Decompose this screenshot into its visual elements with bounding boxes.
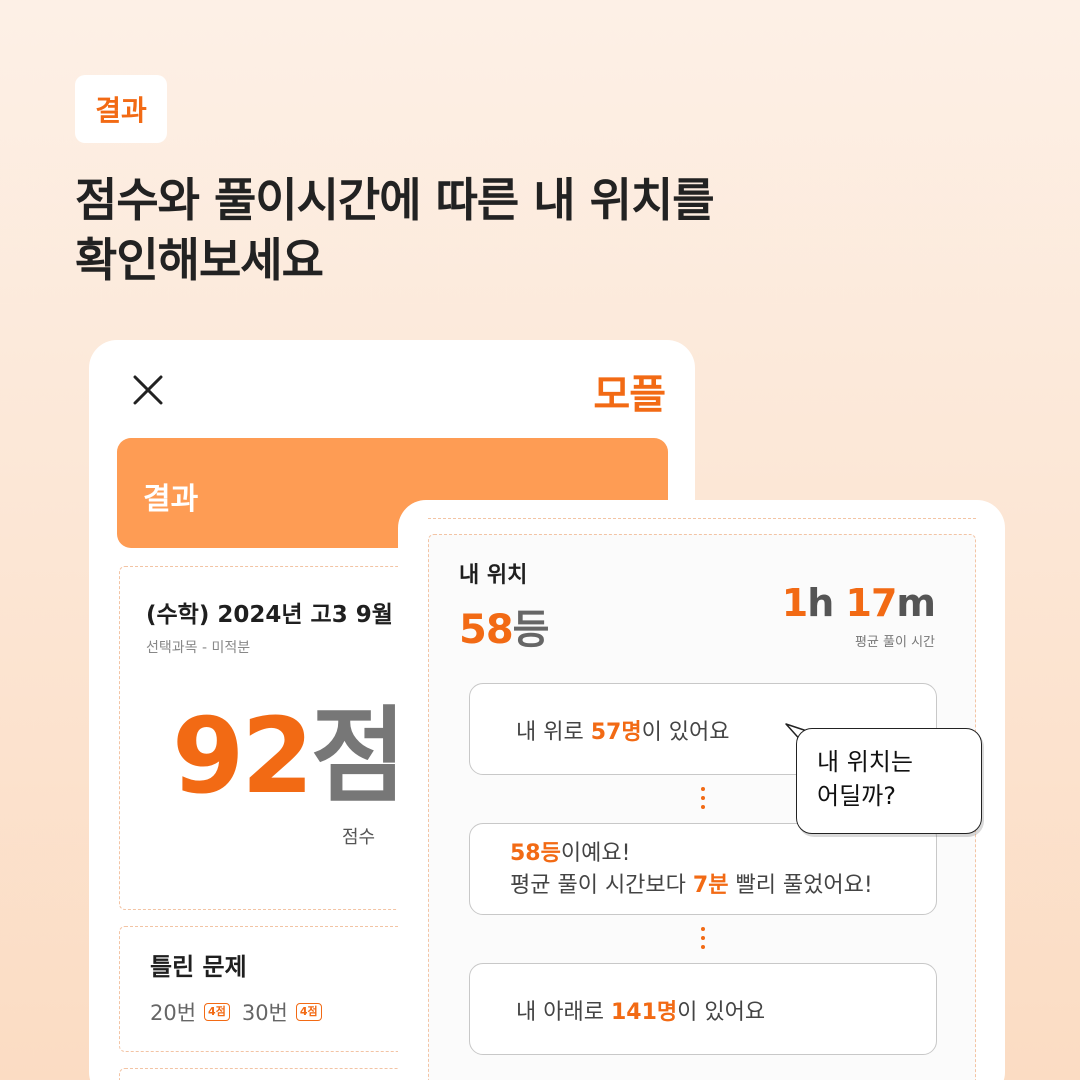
rank-unit: 등 <box>512 607 550 653</box>
exam-subject: 선택과목 - 미적분 <box>146 640 251 656</box>
hours-unit: h <box>807 581 834 625</box>
time-compare-prefix: 평균 풀이 시간보다 <box>510 873 693 898</box>
my-rank-value: 58등 <box>510 841 561 866</box>
headline: 점수와 풀이시간에 따른 내 위치를 확인해보세요 <box>75 170 715 290</box>
wrong-question-number: 30번 <box>241 1001 288 1025</box>
headline-line-1: 점수와 풀이시간에 따른 내 위치를 <box>75 173 715 227</box>
score-label: 점수 <box>342 827 376 848</box>
minutes-value: 17 <box>845 581 898 625</box>
ellipsis-icon <box>700 927 706 953</box>
minutes-unit: m <box>896 581 936 625</box>
my-rank-suffix: 이예요! <box>560 841 631 866</box>
rank-value: 58 <box>459 607 514 653</box>
result-header-label: 결과 <box>143 482 199 517</box>
students-below-text: 내 아래로 141명이 있어요 <box>516 994 765 1026</box>
wrong-questions-title: 틀린 문제 <box>150 953 247 981</box>
headline-line-2: 확인해보세요 <box>75 233 324 287</box>
divider <box>428 518 976 519</box>
close-icon[interactable] <box>131 373 165 407</box>
students-below-card: 내 아래로 141명이 있어요 <box>469 963 937 1055</box>
score-unit: 점 <box>310 695 407 817</box>
average-time-label: 평균 풀이 시간 <box>854 635 935 650</box>
time-compare-value: 7분 <box>692 873 729 898</box>
score-display: 92점 <box>172 701 406 811</box>
hours-value: 1 <box>781 581 808 625</box>
wrong-question-item[interactable]: 30번 4점 <box>242 997 322 1027</box>
average-time: 1h 17m <box>781 581 936 625</box>
students-below-count: 141명 <box>610 1000 678 1025</box>
speech-bubble-line-1: 내 위치는 <box>817 748 913 776</box>
students-above-text: 내 위로 57명이 있어요 <box>516 714 730 746</box>
points-badge: 4점 <box>204 1003 230 1021</box>
ellipsis-icon <box>700 787 706 813</box>
students-above-count: 57명 <box>590 720 642 745</box>
points-badge: 4점 <box>295 1003 322 1021</box>
speech-bubble-line-2: 어딜까? <box>817 782 896 810</box>
wrong-questions-list: 20번 4점 30번 4점 <box>150 997 322 1027</box>
wrong-question-number: 20번 <box>150 1001 197 1025</box>
students-below-prefix: 내 아래로 <box>516 1000 611 1025</box>
result-badge: 결과 <box>75 75 167 143</box>
exam-title: (수학) 2024년 고3 9월 <box>146 602 393 628</box>
my-rank-card: 58등이예요! 평균 풀이 시간보다 7분 빨리 풀었어요! <box>469 823 937 915</box>
speech-bubble: 내 위치는 어딜까? <box>796 728 982 834</box>
brand-logo: 모플 <box>593 372 666 418</box>
position-title: 내 위치 <box>459 563 528 588</box>
students-above-prefix: 내 위로 <box>516 720 591 745</box>
students-above-suffix: 이 있어요 <box>641 720 730 745</box>
time-compare-suffix: 빨리 풀었어요! <box>728 873 873 898</box>
my-rank-text: 58등이예요! 평균 풀이 시간보다 7분 빨리 풀었어요! <box>510 838 873 902</box>
rank-display: 58등 <box>459 597 550 655</box>
students-below-suffix: 이 있어요 <box>677 1000 766 1025</box>
wrong-question-item[interactable]: 20번 4점 <box>150 997 230 1027</box>
score-value: 92 <box>172 695 314 817</box>
